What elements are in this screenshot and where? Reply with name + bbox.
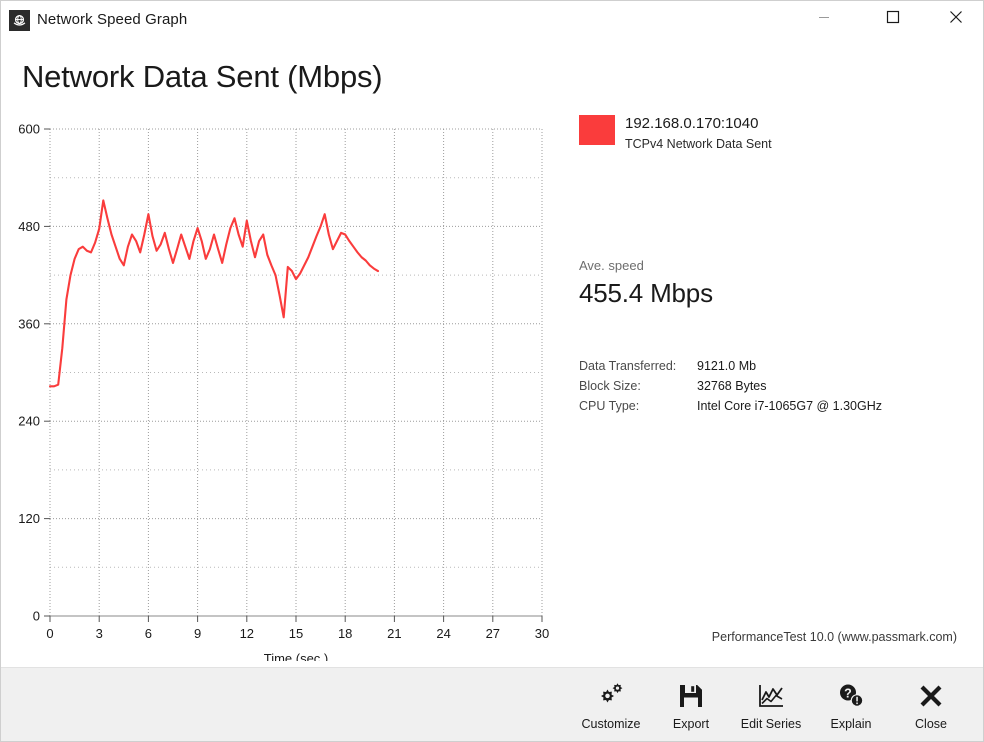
line-chart-icon [757,679,785,713]
x-tick-label-21: 21 [387,626,401,641]
app-network-icon [9,10,30,31]
legend-series-name: 192.168.0.170:1040 [625,115,759,132]
chart-y-tick-marks [44,128,50,617]
legend-entry[interactable]: 192.168.0.170:1040 TCPv4 Network Data Se… [579,115,979,153]
export-button-label: Export [672,716,710,731]
close-button-label: Close [915,716,947,731]
page-title: Network Data Sent (Mbps) [22,59,383,94]
minimize-button[interactable] [801,1,847,33]
x-tick-label-12: 12 [240,626,254,641]
customize-button-label: Customize [581,716,641,731]
close-button[interactable]: Close [891,672,971,738]
stat-key-data-transferred: Data Transferred: [579,359,677,373]
x-axis-label: Time (sec.) [264,651,329,661]
table-row: CPU Type: Intel Core i7-1065G7 @ 1.30GHz [579,398,882,418]
chart-x-tick-marks [49,616,543,622]
product-watermark: PerformanceTest 10.0 (www.passmark.com) [711,630,957,644]
y-tick-label-600: 600 [18,122,40,137]
bottom-toolbar: Customize Export Edit Series ? Explain C… [1,667,983,741]
chart-x-tick-labels: 0 3 6 9 12 15 18 21 24 27 30 [46,626,549,641]
y-tick-label-360: 360 [18,316,40,331]
x-tick-label-18: 18 [338,626,352,641]
close-x-icon [918,679,944,713]
series-line-192-168-0-170-1040 [48,199,380,388]
edit-series-button[interactable]: Edit Series [731,672,811,738]
close-window-button[interactable] [933,1,979,33]
y-tick-label-480: 480 [18,219,40,234]
maximize-button[interactable] [870,1,916,33]
x-tick-label-9: 9 [194,626,201,641]
question-help-icon: ? [837,679,865,713]
x-tick-label-0: 0 [46,626,53,641]
average-speed-label: Ave. speed [579,258,644,273]
stat-key-block-size: Block Size: [579,379,641,393]
x-tick-label-30: 30 [535,626,549,641]
customize-button[interactable]: Customize [571,672,651,738]
chart-y-tick-labels: 0 120 240 360 480 600 [18,122,40,624]
legend-color-swatch [579,115,615,145]
y-tick-label-0: 0 [33,609,40,624]
average-speed-value: 455.4 Mbps [579,278,713,308]
stat-value-block-size: 32768 Bytes [697,379,767,393]
minimize-icon [819,17,829,18]
chart-legend-panel: 192.168.0.170:1040 TCPv4 Network Data Se… [579,115,979,153]
explain-button-label: Explain [830,716,872,731]
x-tick-label-3: 3 [96,626,103,641]
table-row: Data Transferred: 9121.0 Mb [579,358,882,378]
y-tick-label-240: 240 [18,414,40,429]
stat-value-data-transferred: 9121.0 Mb [697,359,757,373]
statistics-block: Data Transferred: 9121.0 Mb Block Size: … [579,358,882,418]
legend-text-group: 192.168.0.170:1040 TCPv4 Network Data Se… [625,115,772,153]
x-tick-label-24: 24 [436,626,450,641]
chart-plot-area[interactable]: 0 120 240 360 480 600 0 3 6 9 12 15 18 21 24 27 30 Time… [1,101,601,662]
edit-series-button-label: Edit Series [740,716,802,731]
legend-series-description: TCPv4 Network Data Sent [625,137,772,151]
x-tick-label-6: 6 [145,626,152,641]
network-speed-line-chart: 0 120 240 360 480 600 0 3 6 9 12 15 18 21 24 27 30 Time… [18,122,549,662]
average-speed-block: Ave. speed 455.4 Mbps [579,257,713,309]
y-tick-label-120: 120 [18,511,40,526]
stat-value-cpu-type: Intel Core i7-1065G7 @ 1.30GHz [697,399,883,413]
save-floppy-icon [678,679,704,713]
x-tick-label-15: 15 [289,626,303,641]
svg-text:?: ? [844,686,852,700]
chart-major-gridlines [49,128,543,616]
title-bar: Network Speed Graph [1,1,983,39]
x-tick-label-27: 27 [486,626,500,641]
table-row: Block Size: 32768 Bytes [579,378,882,398]
gears-icon [596,679,626,713]
explain-button[interactable]: ? Explain [811,672,891,738]
statistics-table: Data Transferred: 9121.0 Mb Block Size: … [579,358,882,418]
window-title: Network Speed Graph [37,11,188,28]
network-speed-graph-window: Network Speed Graph Network Data Sent (M… [0,0,984,742]
stat-key-cpu-type: CPU Type: [579,399,640,413]
close-icon [950,11,962,23]
maximize-icon [886,10,900,24]
export-button[interactable]: Export [651,672,731,738]
